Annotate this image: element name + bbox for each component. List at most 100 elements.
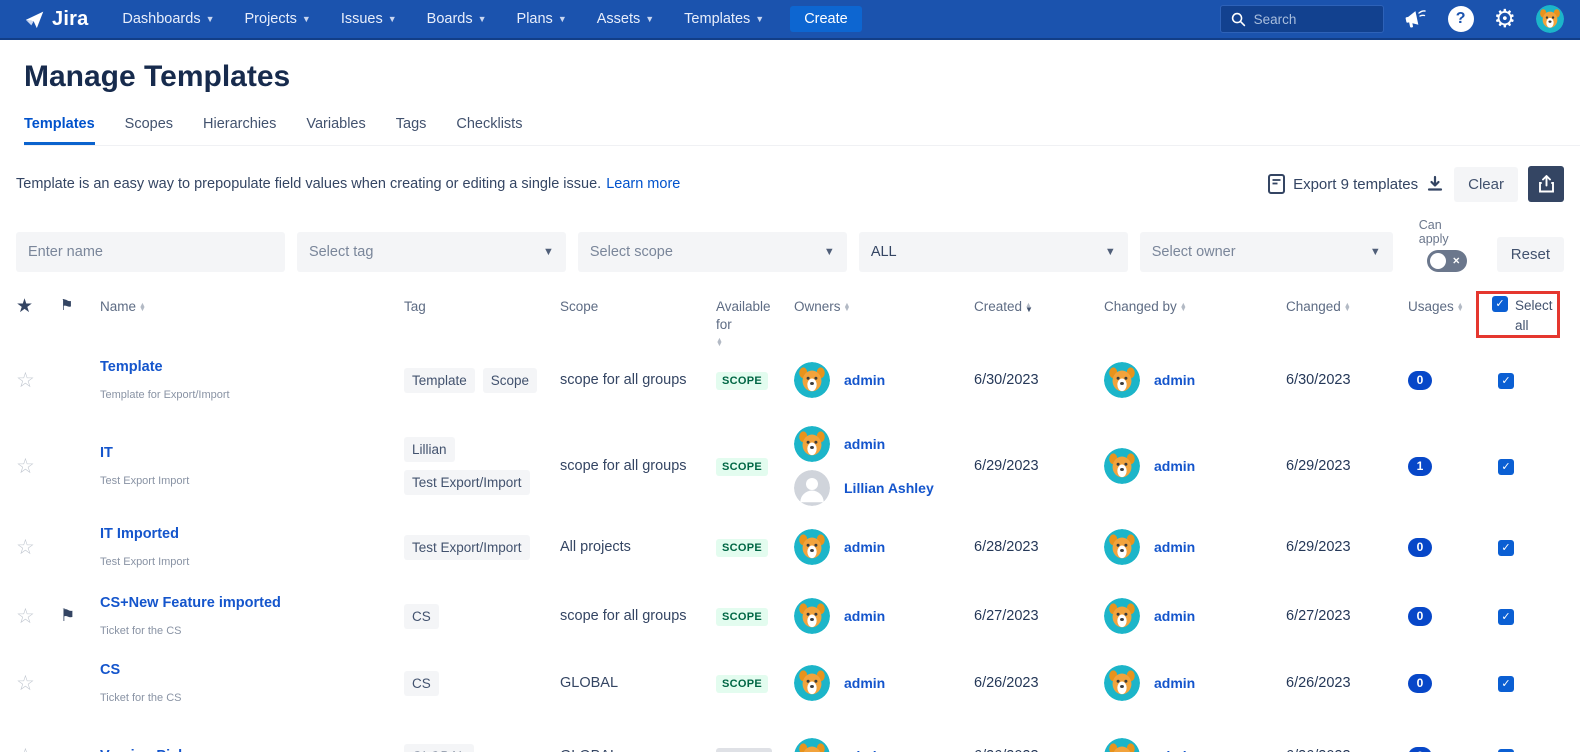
tab-scopes[interactable]: Scopes	[125, 116, 173, 145]
owner-link[interactable]: admin	[1154, 675, 1195, 691]
favorite-star-cell[interactable]: ☆	[16, 604, 60, 629]
star-outline-icon[interactable]: ☆	[16, 369, 35, 392]
export-templates-button[interactable]: Export 9 templates	[1268, 174, 1444, 194]
can-apply-label: Can apply	[1419, 218, 1475, 246]
row-checkbox[interactable]: ✓	[1498, 540, 1514, 556]
star-outline-icon[interactable]: ☆	[16, 745, 35, 752]
scope-column-header[interactable]: Scope	[560, 294, 716, 316]
star-outline-icon[interactable]: ☆	[16, 536, 35, 559]
tab-variables[interactable]: Variables	[306, 116, 365, 145]
tag-chip[interactable]: Scope	[483, 368, 537, 393]
star-outline-icon[interactable]: ☆	[16, 605, 35, 628]
tag-filter-select[interactable]: Select tag ▼	[297, 232, 566, 272]
announcements-button[interactable]	[1404, 8, 1428, 30]
favorite-star-cell[interactable]: ☆	[16, 454, 60, 479]
changed-column-header[interactable]: Changed ▲▼	[1286, 294, 1408, 316]
owner-filter-select[interactable]: Select owner ▼	[1140, 232, 1393, 272]
owner-link[interactable]: admin	[1154, 458, 1195, 474]
settings-gear-button[interactable]: ⚙	[1494, 7, 1516, 32]
row-checkbox[interactable]: ✓	[1498, 749, 1514, 752]
owner-link[interactable]: admin	[1154, 539, 1195, 555]
favorite-star-cell[interactable]: ☆	[16, 744, 60, 752]
help-button[interactable]: ?	[1448, 6, 1474, 32]
can-apply-toggle[interactable]: ×	[1427, 250, 1467, 272]
navbar-search[interactable]	[1220, 5, 1384, 33]
owner-link[interactable]: admin	[844, 539, 885, 555]
usages-badge[interactable]: 1	[1408, 457, 1432, 476]
tab-hierarchies[interactable]: Hierarchies	[203, 116, 276, 145]
tag-chip[interactable]: Template	[404, 368, 475, 393]
star-outline-icon[interactable]: ☆	[16, 455, 35, 478]
nav-item-boards[interactable]: Boards▼	[427, 11, 487, 27]
tab-checklists[interactable]: Checklists	[456, 116, 522, 145]
tag-chip[interactable]: GLOBAL	[404, 744, 474, 752]
clear-button[interactable]: Clear	[1454, 167, 1518, 202]
owner-link[interactable]: admin	[1154, 608, 1195, 624]
select-all-checkbox[interactable]: ✓	[1492, 296, 1508, 312]
usages-badge[interactable]: 0	[1408, 371, 1432, 390]
tag-chip[interactable]: Lillian	[404, 437, 455, 462]
owner-link[interactable]: admin	[844, 372, 885, 388]
owner-link[interactable]: admin	[844, 608, 885, 624]
nav-item-issues[interactable]: Issues▼	[341, 11, 397, 27]
jira-logo[interactable]: Jira	[24, 8, 88, 31]
create-button[interactable]: Create	[790, 6, 862, 32]
usages-badge[interactable]: 0	[1408, 747, 1432, 752]
owner-link[interactable]: admin	[844, 436, 885, 452]
owner-link[interactable]: admin	[844, 675, 885, 691]
download-icon	[1426, 175, 1444, 193]
template-name-link[interactable]: CS+New Feature imported	[100, 595, 404, 611]
template-name-link[interactable]: IT	[100, 445, 404, 461]
name-column-header[interactable]: Name ▲▼	[100, 294, 404, 316]
nav-item-dashboards[interactable]: Dashboards▼	[122, 11, 214, 27]
reset-button[interactable]: Reset	[1497, 237, 1564, 272]
nav-item-assets[interactable]: Assets▼	[597, 11, 654, 27]
owner-link[interactable]: admin	[844, 748, 885, 752]
nav-item-projects[interactable]: Projects▼	[245, 11, 311, 27]
tag-column-header[interactable]: Tag	[404, 294, 560, 316]
created-column-header[interactable]: Created ▲▼	[974, 294, 1104, 316]
template-name-link[interactable]: IT Imported	[100, 526, 404, 542]
favorite-star-cell[interactable]: ☆	[16, 671, 60, 696]
share-button[interactable]	[1528, 166, 1564, 202]
applicability-filter-select[interactable]: ALL ▼	[859, 232, 1128, 272]
changed-by-column-header[interactable]: Changed by ▲▼	[1104, 294, 1286, 316]
usages-badge[interactable]: 0	[1408, 674, 1432, 693]
learn-more-link[interactable]: Learn more	[606, 176, 680, 192]
usages-badge[interactable]: 0	[1408, 538, 1432, 557]
row-checkbox[interactable]: ✓	[1498, 609, 1514, 625]
tag-chip[interactable]: Test Export/Import	[404, 535, 530, 560]
nav-item-plans[interactable]: Plans▼	[517, 11, 567, 27]
nav-item-templates[interactable]: Templates▼	[684, 11, 764, 27]
owner-link[interactable]: admin	[1154, 372, 1195, 388]
favorite-column-header[interactable]: ★	[16, 294, 60, 320]
available-for-cell: SCOPE	[716, 371, 794, 389]
owners-column-header[interactable]: Owners ▲▼	[794, 294, 974, 316]
tag-chip[interactable]: CS	[404, 604, 439, 629]
name-filter-input[interactable]	[28, 244, 273, 260]
template-name-link[interactable]: Version Picker	[100, 748, 404, 752]
template-name-link[interactable]: Template	[100, 359, 404, 375]
search-input[interactable]	[1254, 12, 1364, 27]
row-checkbox[interactable]: ✓	[1498, 373, 1514, 389]
flag-icon[interactable]: ⚑	[60, 606, 75, 625]
owner-link[interactable]: admin	[1154, 748, 1195, 752]
favorite-star-cell[interactable]: ☆	[16, 368, 60, 393]
usages-column-header[interactable]: Usages ▲▼	[1408, 294, 1492, 316]
row-checkbox[interactable]: ✓	[1498, 676, 1514, 692]
tag-chip[interactable]: Test Export/Import	[404, 470, 530, 495]
star-outline-icon[interactable]: ☆	[16, 672, 35, 695]
tab-templates[interactable]: Templates	[24, 116, 95, 145]
template-name-link[interactable]: CS	[100, 662, 404, 678]
favorite-star-cell[interactable]: ☆	[16, 535, 60, 560]
available-for-column-header[interactable]: Available for ▲▼	[716, 294, 788, 347]
tab-tags[interactable]: Tags	[396, 116, 427, 145]
name-filter-field[interactable]	[16, 232, 285, 272]
row-checkbox[interactable]: ✓	[1498, 459, 1514, 475]
owner-link[interactable]: Lillian Ashley	[844, 480, 934, 496]
usages-badge[interactable]: 0	[1408, 607, 1432, 626]
tag-chip[interactable]: CS	[404, 671, 439, 696]
scope-filter-select[interactable]: Select scope ▼	[578, 232, 847, 272]
user-avatar[interactable]	[1536, 5, 1564, 33]
flag-column-header[interactable]: ⚑	[60, 294, 100, 316]
